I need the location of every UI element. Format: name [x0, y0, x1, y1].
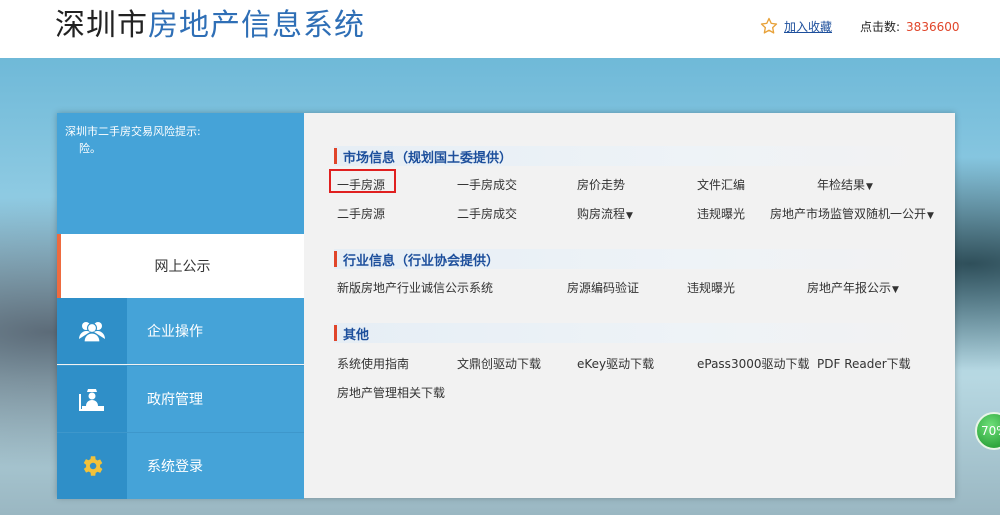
- risk-notice: 深圳市二手房交易风险提示: 险。: [57, 113, 304, 234]
- clicks-value: 3836600: [906, 20, 960, 34]
- link-pdf-reader[interactable]: PDF Reader下载: [817, 355, 911, 372]
- link-purchase-process[interactable]: 购房流程▼: [577, 205, 633, 222]
- add-favorite[interactable]: 加入收藏: [760, 17, 832, 35]
- main-panel: 深圳市二手房交易风险提示: 险。 网上公示 企业操作 政府管理 系统登录 市场信…: [57, 113, 955, 499]
- link-user-guide[interactable]: 系统使用指南: [337, 355, 409, 372]
- site-title: 深圳市房地产信息系统: [55, 8, 365, 43]
- link-code-verification[interactable]: 房源编码验证: [567, 279, 639, 296]
- section-title-industry: 行业信息（行业协会提供）: [334, 249, 934, 269]
- link-industry-violations[interactable]: 违规曝光: [687, 279, 735, 296]
- sidebar-item-online-publicity[interactable]: 网上公示: [57, 234, 304, 298]
- section-title-other: 其他: [334, 323, 934, 343]
- link-resale-deals[interactable]: 二手房成交: [457, 205, 517, 222]
- link-new-deals[interactable]: 一手房成交: [457, 176, 517, 193]
- caret-down-icon: ▼: [626, 211, 633, 221]
- add-favorite-link[interactable]: 加入收藏: [784, 18, 832, 35]
- star-icon: [760, 17, 778, 34]
- link-annual-report[interactable]: 房地产年报公示▼: [807, 279, 899, 296]
- click-counter: 点击数: 3836600: [860, 18, 960, 35]
- sidebar-item-login[interactable]: 系统登录: [57, 432, 304, 499]
- gear-icon: [83, 456, 103, 476]
- clicks-label: 点击数:: [860, 20, 901, 34]
- sidebar-item-enterprise[interactable]: 企业操作: [57, 298, 304, 364]
- link-inspection-results[interactable]: 年检结果▼: [817, 176, 873, 193]
- link-documents[interactable]: 文件汇编: [697, 176, 745, 193]
- link-market-supervision[interactable]: 房地产市场监管双随机一公开▼: [770, 205, 934, 222]
- caret-down-icon: ▼: [927, 211, 934, 221]
- link-new-listings[interactable]: 一手房源: [337, 176, 385, 193]
- sidebar-item-government[interactable]: 政府管理: [57, 365, 304, 432]
- content-area: 市场信息（规划国土委提供） 一手房源 一手房成交 房价走势 文件汇编 年检结果▼…: [304, 113, 955, 498]
- link-ekey-driver[interactable]: eKey驱动下载: [577, 355, 654, 372]
- header: 深圳市房地产信息系统 加入收藏 点击数: 3836600: [0, 0, 1000, 58]
- link-price-trend[interactable]: 房价走势: [577, 176, 625, 193]
- link-wdc-driver[interactable]: 文鼎创驱动下载: [457, 355, 541, 372]
- officer-desk-icon: [79, 389, 104, 411]
- caret-down-icon: ▼: [892, 285, 899, 295]
- link-epass-driver[interactable]: ePass3000驱动下载: [697, 355, 809, 372]
- link-resale-listings[interactable]: 二手房源: [337, 205, 385, 222]
- section-title-market: 市场信息（规划国土委提供）: [334, 146, 934, 166]
- link-management-downloads[interactable]: 房地产管理相关下载: [337, 384, 445, 401]
- sidebar: 深圳市二手房交易风险提示: 险。 网上公示 企业操作 政府管理 系统登录: [57, 113, 304, 499]
- link-violations[interactable]: 违规曝光: [697, 205, 745, 222]
- link-integrity-system[interactable]: 新版房地产行业诚信公示系统: [337, 279, 493, 296]
- caret-down-icon: ▼: [866, 182, 873, 192]
- users-icon: [79, 322, 105, 343]
